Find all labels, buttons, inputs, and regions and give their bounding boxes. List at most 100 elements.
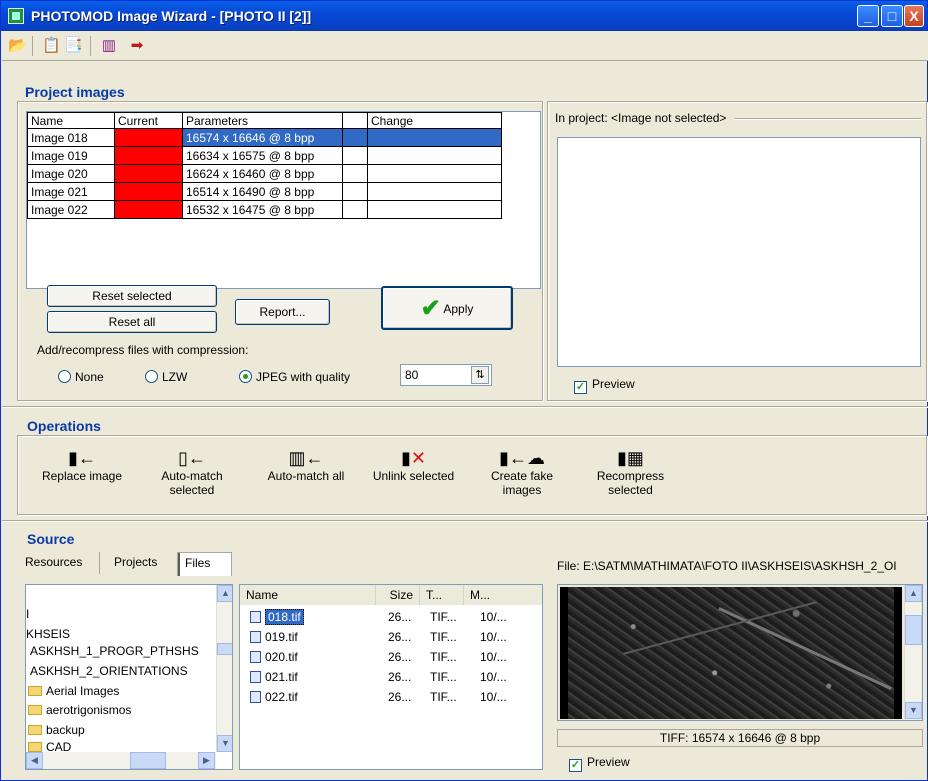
open-folder-icon[interactable]: 📂 xyxy=(8,37,27,55)
col-modified[interactable]: M... xyxy=(464,585,542,605)
table-row[interactable]: Image 019 16634 x 16575 @ 8 bpp xyxy=(27,146,502,165)
current-status xyxy=(114,164,183,183)
hscroll-thumb[interactable] xyxy=(130,752,166,769)
list-item[interactable]: 021.tif xyxy=(250,670,298,684)
maximize-button[interactable]: □ xyxy=(881,5,903,27)
table-row[interactable]: Image 022 16532 x 16475 @ 8 bpp xyxy=(27,200,502,219)
tab-projects[interactable]: Projects xyxy=(114,555,180,569)
reset-all-button[interactable]: Reset all xyxy=(47,311,217,333)
preview-canvas xyxy=(557,137,921,367)
tree-item[interactable]: CAD xyxy=(28,740,71,752)
image-info-label: TIFF: 16574 x 16646 @ 8 bpp xyxy=(557,729,923,747)
col-current[interactable]: Current xyxy=(114,112,183,129)
col-type[interactable]: T... xyxy=(420,585,464,605)
table-row[interactable]: Image 018 16574 x 16646 @ 8 bpp xyxy=(27,128,502,147)
tree-item[interactable]: backup xyxy=(28,723,85,737)
folder-icon xyxy=(28,742,42,752)
col-change[interactable]: Change xyxy=(367,112,502,129)
radio-jpeg-icon xyxy=(239,370,252,383)
preview-vscroll[interactable]: ▲ ▼ xyxy=(904,585,922,720)
checkbox-icon: ✓ xyxy=(569,759,582,772)
source-preview-frame: ▲ ▼ xyxy=(557,584,923,721)
replace-image-button[interactable]: ▮← Replace image xyxy=(39,447,125,483)
list-item[interactable]: 019.tif xyxy=(250,630,298,644)
file-icon xyxy=(250,671,261,683)
col-parameters[interactable]: Parameters xyxy=(182,112,343,129)
replace-icon: ▮← xyxy=(68,448,96,468)
unlink-selected-button[interactable]: ▮✕ Unlink selected xyxy=(366,447,461,483)
radio-jpeg[interactable]: JPEG with quality xyxy=(239,370,350,384)
tree-item[interactable]: ASKHSH_1_PROGR_PTHSHS xyxy=(30,644,199,658)
reset-selected-button[interactable]: Reset selected xyxy=(47,285,217,307)
quality-input[interactable]: 80 ⇅ xyxy=(400,364,492,386)
project-images-grid[interactable]: Name Current Parameters Change Image 018… xyxy=(26,111,541,289)
app-icon xyxy=(8,8,24,24)
current-status xyxy=(114,128,183,147)
radio-none[interactable]: None xyxy=(58,370,104,384)
toolbar: 📂 📋 📑 ▥ ➡ xyxy=(2,31,928,61)
col-name[interactable]: Name xyxy=(27,112,115,129)
image-params: 16624 x 16460 @ 8 bpp xyxy=(182,164,343,183)
minimize-button[interactable]: _ xyxy=(857,5,879,27)
list-item[interactable]: 018.tif xyxy=(250,609,304,625)
scroll-thumb[interactable] xyxy=(217,643,232,655)
tab-resources[interactable]: Resources xyxy=(25,555,99,569)
compression-label: Add/recompress files with compression: xyxy=(37,343,249,357)
list-item[interactable]: 020.tif xyxy=(250,650,298,664)
scroll-left-icon[interactable]: ◀ xyxy=(26,752,43,769)
checkmark-icon: ✔ xyxy=(420,295,441,322)
create-fake-images-button[interactable]: ▮←☁ Create fake images xyxy=(473,447,571,497)
scroll-thumb[interactable] xyxy=(905,615,922,645)
radio-lzw[interactable]: LZW xyxy=(145,370,187,384)
scroll-down-icon[interactable]: ▼ xyxy=(905,702,922,719)
tab-files[interactable]: Files xyxy=(177,552,232,576)
close-button[interactable]: X xyxy=(904,5,924,27)
auto-match-all-button[interactable]: ▥← Auto-match all xyxy=(256,447,356,483)
tree-item[interactable]: KHSEIS xyxy=(26,627,70,641)
properties-icon[interactable]: 📋 xyxy=(42,37,61,55)
apply-button[interactable]: ✔ Apply xyxy=(381,286,513,330)
recompress-icon: ▮▦ xyxy=(617,448,644,468)
folder-icon xyxy=(28,705,42,715)
app-window: PHOTOMOD Image Wizard - [PHOTO II [2]] _… xyxy=(0,0,928,781)
recompress-selected-button[interactable]: ▮▦ Recompress selected xyxy=(583,447,678,497)
file-icon xyxy=(250,631,261,643)
source-preview-checkbox[interactable]: ✓ Preview xyxy=(569,755,630,772)
current-status xyxy=(114,146,183,165)
properties-swap-icon[interactable]: 📑 xyxy=(64,37,83,55)
folder-tree[interactable]: I KHSEIS ASKHSH_1_PROGR_PTHSHS ASKHSH_2_… xyxy=(25,584,233,770)
scroll-up-icon[interactable]: ▲ xyxy=(905,585,922,602)
scroll-down-icon[interactable]: ▼ xyxy=(217,735,232,752)
list-item[interactable]: 022.tif xyxy=(250,690,298,704)
scroll-right-icon[interactable]: ▶ xyxy=(198,752,215,769)
tree-hscroll[interactable]: ◀ ▶ xyxy=(26,752,216,769)
unlink-icon: ▮✕ xyxy=(401,448,426,468)
auto-match-selected-button[interactable]: ▯← Auto-match selected xyxy=(147,447,237,497)
exit-icon[interactable]: ➡ xyxy=(128,37,146,55)
scale-icon[interactable]: ▥ xyxy=(100,37,118,55)
folder-icon xyxy=(28,686,42,696)
col-blank[interactable] xyxy=(342,112,368,129)
col-size[interactable]: Size xyxy=(376,585,420,605)
preview-checkbox[interactable]: ✓ Preview xyxy=(574,377,635,394)
tree-item[interactable]: aerotrigonismos xyxy=(28,703,131,717)
project-images-title: Project images xyxy=(25,84,125,100)
tree-item[interactable]: Aerial Images xyxy=(28,684,119,698)
col-file-name[interactable]: Name xyxy=(240,585,376,605)
apply-label: Apply xyxy=(443,302,474,316)
tree-vscroll[interactable]: ▲ ▼ xyxy=(216,585,232,752)
file-list[interactable]: Name Size T... M... 018.tif 26... TIF...… xyxy=(239,584,543,770)
table-row[interactable]: Image 020 16624 x 16460 @ 8 bpp xyxy=(27,164,502,183)
report-button[interactable]: Report... xyxy=(235,299,330,325)
file-icon xyxy=(250,611,261,623)
folder-icon xyxy=(28,725,42,735)
tree-item[interactable]: ASKHSH_2_ORIENTATIONS xyxy=(30,664,188,678)
quality-spin-icon[interactable]: ⇅ xyxy=(471,366,489,384)
scroll-up-icon[interactable]: ▲ xyxy=(217,585,232,602)
create-fake-icon: ▮←☁ xyxy=(499,448,545,468)
table-row[interactable]: Image 021 16514 x 16490 @ 8 bpp xyxy=(27,182,502,201)
satellite-image xyxy=(560,587,902,719)
file-path-label: File: E:\SATM\MATHIMATA\FOTO II\ASKHSEIS… xyxy=(557,559,897,573)
image-params: 16532 x 16475 @ 8 bpp xyxy=(182,200,343,219)
tree-item[interactable]: I xyxy=(26,607,29,621)
